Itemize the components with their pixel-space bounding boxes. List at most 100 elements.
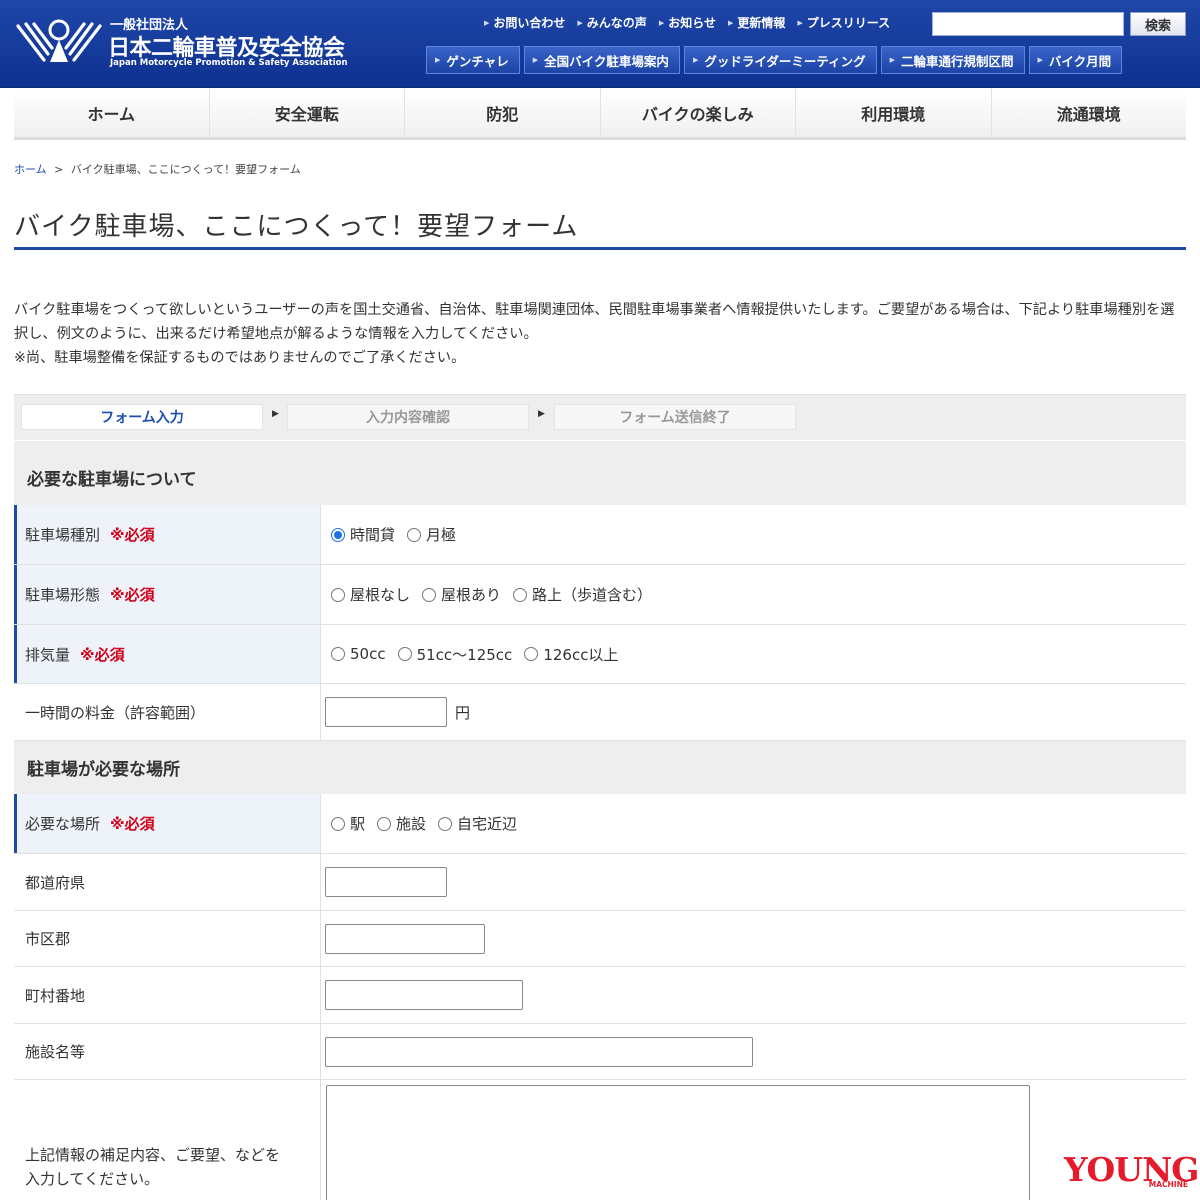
logo-wings-icon [16,19,102,62]
row-label: 市区郡 [14,911,321,966]
logo-org-english: Japan Motorcycle Promotion & Safety Asso… [110,58,348,68]
radio-monthly[interactable]: 月極 [407,524,456,545]
row-label: 排気量 ※必須 [14,625,321,683]
step-arrow-icon: ▶ [272,409,279,419]
row-label: 必要な場所 ※必須 [14,794,321,853]
radio-icon[interactable] [422,587,437,602]
arrow-icon: ▶ [484,18,490,27]
top-link-voices[interactable]: ▶ みんなの声 [577,14,646,31]
radio-near-home[interactable]: 自宅近辺 [438,813,517,834]
row-label: 駐車場形態 ※必須 [14,565,321,624]
search-input[interactable] [932,12,1124,36]
nav-safe-driving[interactable]: 安全運転 [210,88,405,137]
row-value [321,911,1186,966]
row-facility-name: 施設名等 [14,1024,1186,1080]
required-mark: ※必須 [110,586,155,604]
top-link-press[interactable]: ▶ プレスリリース [797,14,890,31]
arrow-icon: ▶ [889,56,895,64]
row-city: 市区郡 [14,911,1186,967]
section-parking-heading: 必要な駐車場について [14,441,1186,505]
top-links: ▶ お問い合わせ ▶ みんなの声 ▶ お知らせ ▶ 更新情報 ▶ プレスリリース [484,14,902,31]
global-nav: ホーム 安全運転 防犯 バイクの楽しみ 利用環境 流通環境 [14,88,1186,140]
breadcrumb-separator: > [54,163,64,176]
row-label: 上記情報の補足内容、ご要望、などを 入力してください。 [14,1080,321,1200]
row-value: 50cc 51cc〜125cc 126cc以上 [321,625,1186,683]
hourly-fee-input[interactable] [325,697,447,727]
sub-button-parking-guide[interactable]: ▶ 全国バイク駐車場案内 [523,46,680,74]
arrow-icon: ▶ [532,56,539,64]
radio-icon[interactable] [407,527,422,542]
step-confirm: 入力内容確認 [287,404,529,430]
radio-hourly[interactable]: 時間貸 [331,524,395,545]
breadcrumb-home[interactable]: ホーム [14,163,47,176]
row-hourly-fee: 一時間の料金（許容範囲） 円 [14,684,1186,741]
row-value [321,967,1186,1023]
sub-button-restricted[interactable]: ▶ 二輪車通行規制区間 [880,46,1025,74]
radio-icon[interactable] [331,587,345,602]
row-displacement: 排気量 ※必須 50cc 51cc〜125cc 126cc以上 [14,625,1186,684]
row-label: 駐車場種別 ※必須 [14,505,321,564]
radio-icon[interactable] [513,587,528,602]
breadcrumb-current: バイク駐車場、ここにつくって！要望フォーム [70,163,301,176]
prefecture-input[interactable] [325,867,447,897]
row-value [321,1024,1186,1079]
form-steps: フォーム入力 ▶ 入力内容確認 ▶ フォーム送信終了 [14,394,1186,440]
radio-126cc[interactable]: 126cc以上 [524,644,618,665]
nav-home[interactable]: ホーム [14,88,210,137]
top-link-contact[interactable]: ▶ お問い合わせ [484,14,565,31]
radio-icon[interactable] [377,816,392,831]
arrow-icon: ▶ [435,56,441,64]
sub-button-genchare[interactable]: ▶ ゲンチャレ [426,46,520,74]
site-logo[interactable]: 一般社団法人 日本二輪車普及安全協会 Japan Motorcycle Prom… [14,12,354,74]
radio-no-roof[interactable]: 屋根なし [331,584,410,605]
breadcrumb: ホーム > バイク駐車場、ここにつくって！要望フォーム [14,161,301,177]
radio-50cc[interactable]: 50cc [331,645,386,663]
row-value [321,854,1186,910]
remarks-textarea[interactable] [326,1085,1030,1200]
top-link-updates[interactable]: ▶ 更新情報 [728,14,785,31]
required-mark: ※必須 [80,645,125,664]
nav-crime-prevention[interactable]: 防犯 [405,88,601,137]
nav-distribution-environment[interactable]: 流通環境 [992,88,1187,137]
radio-icon[interactable] [331,647,345,661]
row-label: 施設名等 [14,1024,321,1079]
intro-paragraph: バイク駐車場をつくって欲しいというユーザーの声を国土交通省、自治体、駐車場関連団… [14,302,1175,342]
radio-street[interactable]: 路上（歩道含む） [513,584,652,605]
step-form-input: フォーム入力 [21,404,263,430]
radio-facility[interactable]: 施設 [377,813,426,834]
section-location-heading: 駐車場が必要な場所 [14,741,1186,794]
facility-name-input[interactable] [325,1036,753,1067]
row-prefecture: 都道府県 [14,854,1186,911]
radio-icon[interactable] [331,816,345,831]
row-value: 時間貸 月極 [321,505,1186,564]
arrow-icon: ▶ [1037,56,1043,64]
step-arrow-icon: ▶ [538,409,545,419]
remarks-label-line2: 入力してください。 [25,1170,160,1188]
radio-icon[interactable] [397,647,412,661]
radio-51-125cc[interactable]: 51cc〜125cc [397,644,512,665]
required-mark: ※必須 [110,815,155,833]
radio-checked-icon[interactable] [331,527,345,542]
radio-icon[interactable] [524,647,539,661]
remarks-label-line1: 上記情報の補足内容、ご要望、などを [25,1146,281,1164]
top-link-news[interactable]: ▶ お知らせ [659,14,716,31]
sub-button-good-rider[interactable]: ▶ グッドライダーミーティング [683,46,877,74]
sub-button-bike-month[interactable]: ▶ バイク月間 [1028,46,1123,74]
radio-station[interactable]: 駅 [331,813,365,834]
page-title: バイク駐車場、ここにつくって！要望フォーム [14,206,1186,250]
address-input[interactable] [325,980,523,1010]
row-value: 駅 施設 自宅近辺 [321,794,1186,853]
city-input[interactable] [325,923,485,954]
arrow-icon: ▶ [727,18,734,27]
required-mark: ※必須 [110,526,155,544]
nav-usage-environment[interactable]: 利用環境 [796,88,992,137]
search-button[interactable]: 検索 [1130,12,1186,36]
radio-icon[interactable] [438,816,453,831]
intro-note: ※尚、駐車場整備を保証するものではありませんのでご了承ください。 [14,350,466,366]
radio-roof[interactable]: 屋根あり [422,584,501,605]
row-value: 円 [321,684,1186,740]
young-machine-watermark: YOUNG MACHINE [1064,1150,1199,1190]
row-parking-form: 駐車場形態 ※必須 屋根なし 屋根あり 路上（歩道含む） [14,565,1186,625]
yen-unit: 円 [455,703,471,722]
nav-bike-fun[interactable]: バイクの楽しみ [601,88,796,137]
